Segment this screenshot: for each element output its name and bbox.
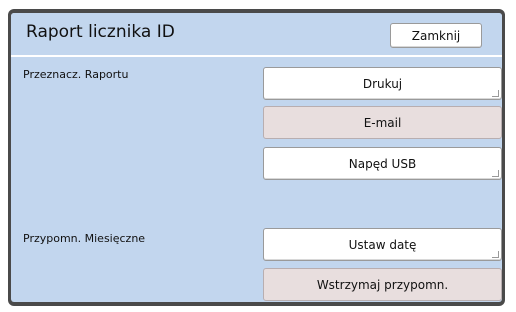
header-divider [11, 55, 502, 57]
monthly-reminder-label: Przypomn. Miesięczne [23, 232, 146, 245]
resize-grip-icon [492, 170, 499, 177]
dialog-panel: Raport licznika ID Zamknij Przeznacz. Ra… [11, 13, 502, 302]
print-button[interactable]: Drukuj [263, 67, 502, 100]
set-date-button-label: Ustaw datę [348, 237, 417, 252]
resize-grip-icon [492, 251, 499, 258]
email-button-label: E-mail [363, 115, 402, 130]
usb-drive-button[interactable]: Napęd USB [263, 147, 502, 180]
close-button[interactable]: Zamknij [390, 23, 482, 48]
email-button[interactable]: E-mail [263, 106, 502, 139]
resize-grip-icon [492, 90, 499, 97]
suspend-reminder-button-label: Wstrzymaj przypomn. [316, 277, 449, 292]
set-date-button[interactable]: Ustaw datę [263, 228, 502, 261]
close-button-label: Zamknij [411, 28, 461, 43]
dialog-title: Raport licznika ID [26, 22, 175, 42]
dialog-header: Raport licznika ID Zamknij [11, 13, 502, 54]
report-destination-label: Przeznacz. Raportu [23, 68, 129, 81]
usb-drive-button-label: Napęd USB [348, 156, 417, 171]
suspend-reminder-button[interactable]: Wstrzymaj przypomn. [263, 268, 502, 301]
print-button-label: Drukuj [362, 76, 403, 91]
